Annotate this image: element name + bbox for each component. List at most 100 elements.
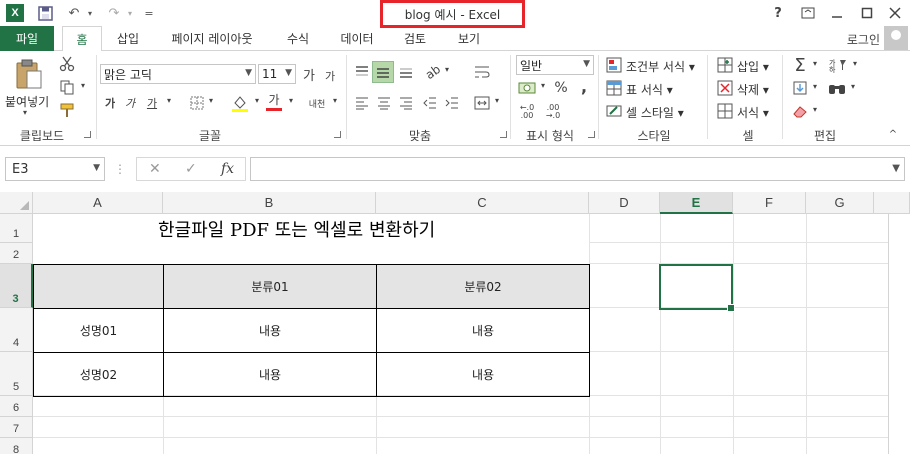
borders-dropdown-icon[interactable]: ▾ (206, 96, 216, 105)
sort-filter-icon[interactable]: 가하 (826, 55, 850, 75)
formula-input[interactable]: ▼ (250, 157, 905, 181)
tab-insert[interactable]: 삽입 (106, 26, 150, 51)
align-left-icon[interactable] (352, 93, 372, 113)
font-launcher-icon[interactable] (334, 131, 341, 138)
find-select-dropdown-icon[interactable]: ▾ (848, 82, 858, 91)
cell-styles-icon[interactable] (605, 102, 623, 120)
sort-filter-dropdown-icon[interactable]: ▾ (850, 59, 860, 68)
shrink-font-button[interactable]: 가 (322, 67, 338, 85)
paste-dropdown-icon[interactable]: ▾ (20, 108, 30, 117)
merge-dropdown-icon[interactable]: ▾ (492, 96, 502, 105)
insert-cells-button[interactable]: 삽입 ▾ (737, 58, 769, 75)
table-cell-c4[interactable]: 내용 (376, 308, 590, 353)
row-header-4[interactable]: 4 (0, 308, 33, 352)
format-as-table-icon[interactable] (605, 79, 623, 97)
font-color-button[interactable]: 가 (264, 91, 284, 111)
conditional-formatting-button[interactable]: 조건부 서식 ▾ (626, 58, 695, 75)
merge-center-icon[interactable] (472, 93, 492, 113)
copy-dropdown-icon[interactable]: ▾ (78, 81, 88, 90)
vertical-scrollbar[interactable] (888, 214, 910, 454)
tab-review[interactable]: 검토 (392, 26, 438, 51)
select-all-button[interactable] (0, 192, 33, 214)
maximize-icon[interactable] (856, 3, 878, 23)
column-header-a[interactable]: A (33, 192, 163, 214)
close-icon[interactable] (884, 3, 906, 23)
clipboard-launcher-icon[interactable] (84, 131, 91, 138)
tab-page-layout[interactable]: 페이지 레이아웃 (158, 26, 266, 51)
copy-icon[interactable] (58, 78, 76, 96)
accounting-format-icon[interactable] (516, 78, 538, 98)
delete-cells-button[interactable]: 삭제 ▾ (737, 81, 769, 98)
font-size-select[interactable]: 11 ▼ (258, 64, 296, 84)
italic-button[interactable]: 가 (122, 94, 138, 112)
table-cell-b4[interactable]: 내용 (163, 308, 377, 353)
sheet-title[interactable]: 한글파일 PDF 또는 엑셀로 변환하기 (158, 216, 435, 242)
enter-formula-icon[interactable]: ✓ (185, 161, 197, 177)
orientation-dropdown-icon[interactable]: ▾ (442, 65, 452, 74)
autosum-dropdown-icon[interactable]: ▾ (810, 59, 820, 68)
login-link[interactable]: 로그인 (847, 31, 880, 48)
alignment-launcher-icon[interactable] (500, 131, 507, 138)
column-header-e[interactable]: E (660, 192, 733, 214)
decrease-indent-icon[interactable] (420, 93, 440, 113)
fill-icon[interactable] (790, 78, 810, 98)
underline-dropdown-icon[interactable]: ▾ (164, 96, 174, 105)
cell-styles-button[interactable]: 셀 스타일 ▾ (626, 104, 684, 121)
format-painter-icon[interactable] (58, 101, 76, 119)
font-name-select[interactable]: 맑은 고딕 ▼ (100, 64, 256, 84)
row-header-8[interactable]: 8 (0, 438, 33, 454)
tab-formulas[interactable]: 수식 (276, 26, 320, 51)
table-header-cell-a3[interactable] (33, 264, 164, 309)
row-header-6[interactable]: 6 (0, 396, 33, 417)
active-cell-e3[interactable] (659, 264, 735, 312)
redo-icon[interactable]: ↷ (104, 3, 124, 23)
insert-cells-icon[interactable] (716, 56, 734, 74)
underline-button[interactable]: 가 (144, 94, 160, 112)
phonetic-button[interactable]: 내천 (306, 94, 328, 112)
format-cells-button[interactable]: 서식 ▾ (737, 104, 769, 121)
name-box[interactable]: E3 ▼ (5, 157, 105, 181)
table-cell-a4[interactable]: 성명01 (33, 308, 164, 353)
row-header-2[interactable]: 2 (0, 243, 33, 264)
borders-icon[interactable] (188, 94, 206, 112)
number-launcher-icon[interactable] (588, 131, 595, 138)
align-top-icon[interactable] (352, 62, 372, 82)
fill-dropdown-icon[interactable]: ▾ (810, 82, 820, 91)
formula-bar-grip-icon[interactable]: ⋮ (114, 161, 126, 177)
fill-color-dropdown-icon[interactable]: ▾ (252, 96, 262, 105)
save-icon[interactable] (34, 3, 56, 23)
clear-icon[interactable] (790, 102, 810, 120)
collapse-ribbon-icon[interactable]: ^ (886, 129, 900, 140)
insert-function-icon[interactable]: fx (221, 161, 234, 177)
table-header-cell-c3[interactable]: 분류02 (376, 264, 590, 309)
tab-home[interactable]: 홈 (62, 26, 102, 52)
tab-view[interactable]: 보기 (446, 26, 492, 51)
grow-font-button[interactable]: 가 (301, 65, 317, 84)
delete-cells-icon[interactable] (716, 79, 734, 97)
undo-dropdown-icon[interactable]: ▾ (84, 3, 96, 23)
paste-icon[interactable] (12, 57, 46, 91)
worksheet-grid[interactable]: A B C D E F G 1 2 3 4 5 6 7 8 한글파일 PDF 또… (0, 192, 910, 454)
undo-icon[interactable]: ↶ (64, 3, 84, 23)
row-header-7[interactable]: 7 (0, 417, 33, 438)
format-as-table-button[interactable]: 표 서식 ▾ (626, 81, 673, 98)
tab-data[interactable]: 데이터 (330, 26, 384, 51)
clear-dropdown-icon[interactable]: ▾ (810, 105, 820, 114)
align-right-icon[interactable] (396, 93, 416, 113)
expand-formula-bar-icon[interactable]: ▼ (892, 163, 900, 174)
redo-dropdown-icon[interactable]: ▾ (124, 3, 136, 23)
column-header-d[interactable]: D (589, 192, 660, 214)
comma-button[interactable]: , (576, 76, 592, 96)
bold-button[interactable]: 가 (102, 94, 118, 112)
autosum-icon[interactable]: Σ (790, 55, 810, 76)
increase-indent-icon[interactable] (442, 93, 462, 113)
tab-file[interactable]: 파일 (0, 26, 54, 51)
align-center-icon[interactable] (374, 93, 394, 113)
fill-color-icon[interactable] (230, 93, 250, 113)
row-header-5[interactable]: 5 (0, 352, 33, 396)
table-cell-a5[interactable]: 성명02 (33, 352, 164, 397)
conditional-formatting-icon[interactable] (605, 56, 623, 74)
cancel-formula-icon[interactable]: ✕ (149, 161, 161, 177)
font-color-dropdown-icon[interactable]: ▾ (286, 96, 296, 105)
minimize-icon[interactable] (826, 3, 848, 23)
